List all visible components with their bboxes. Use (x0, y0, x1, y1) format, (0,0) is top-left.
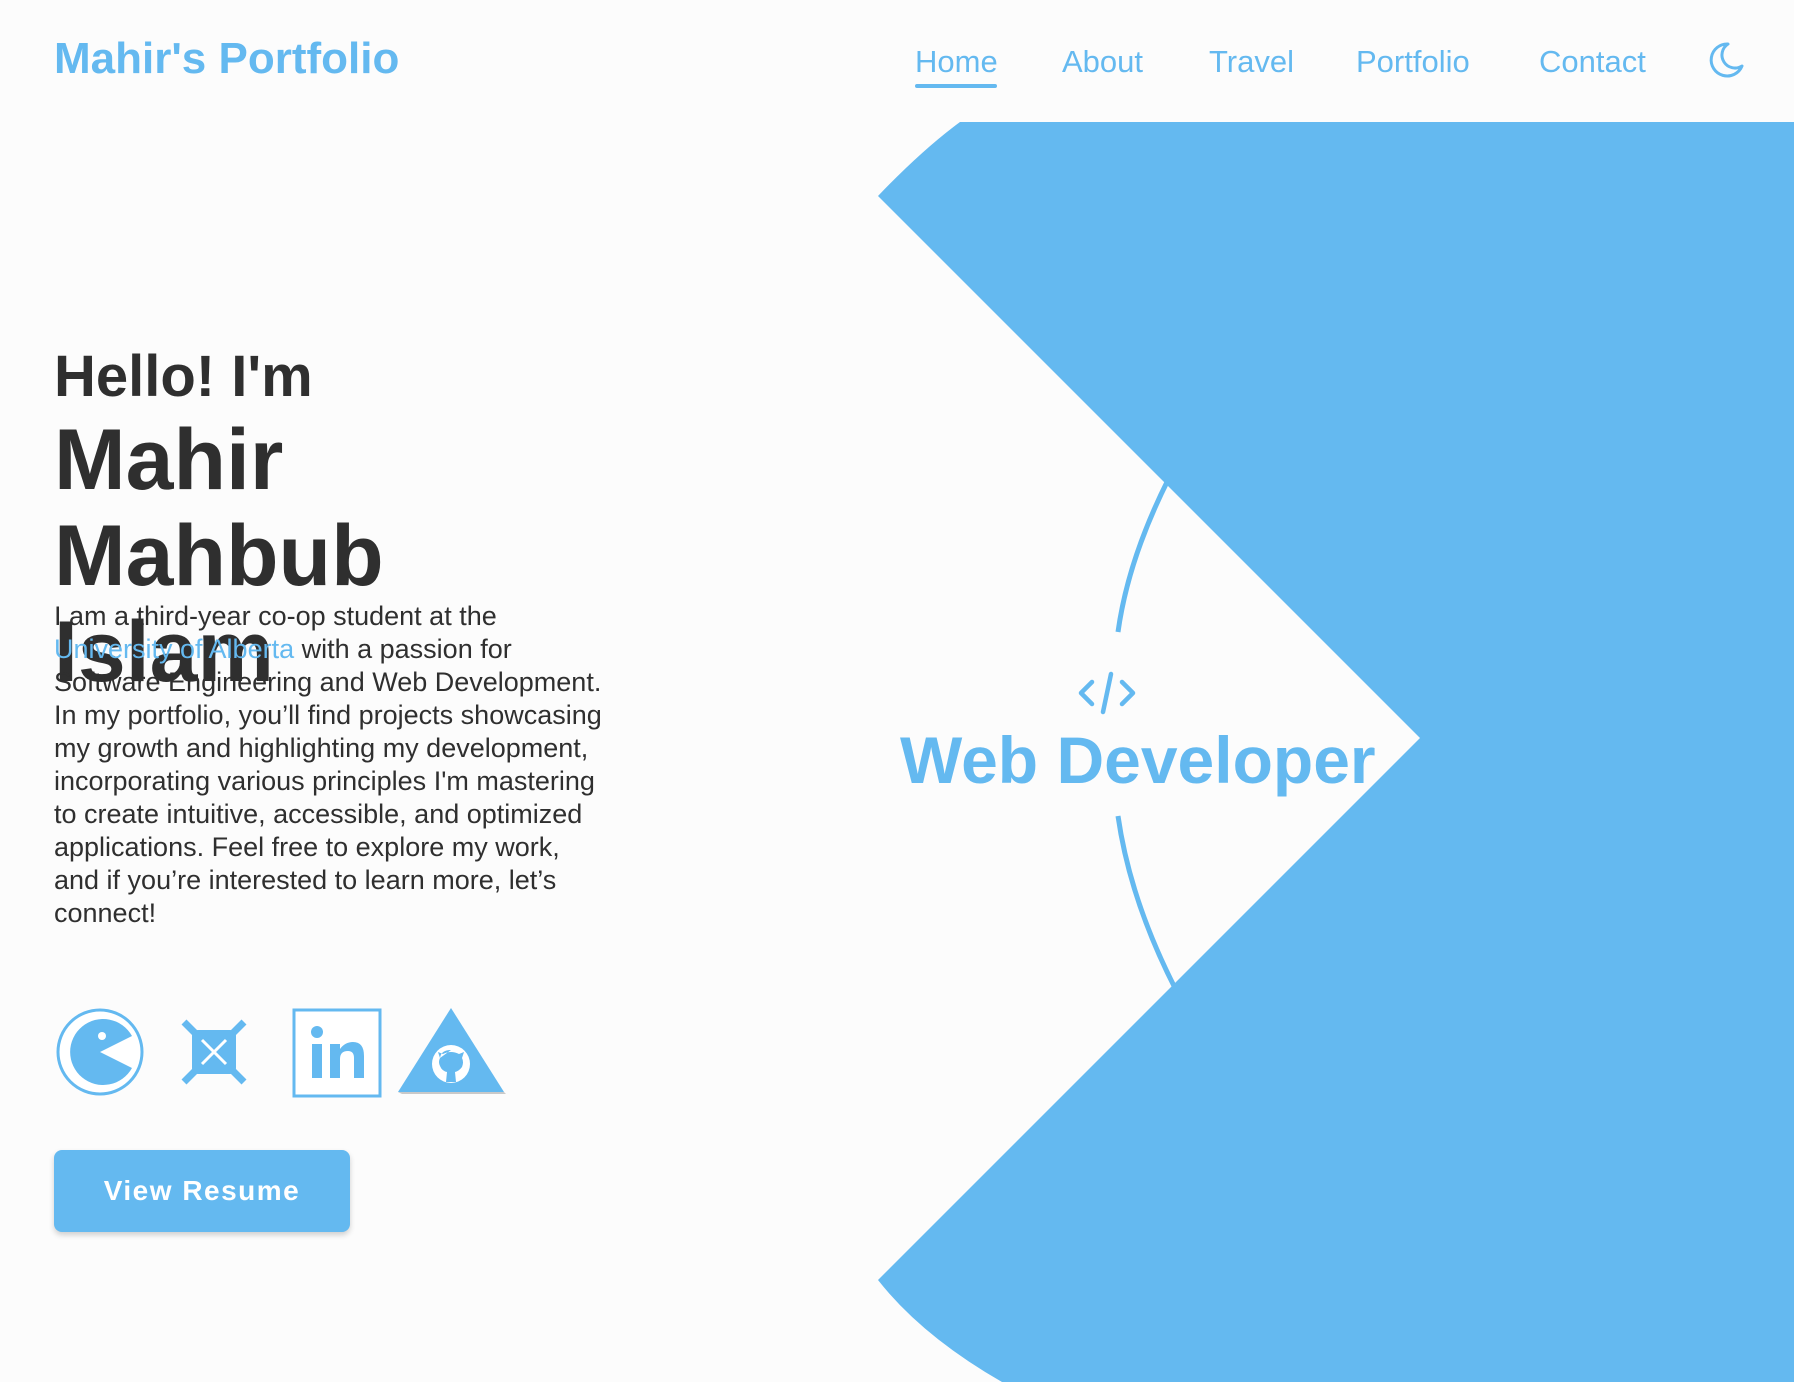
moon-icon (1709, 42, 1744, 78)
page: Mahir's Portfolio Home About Travel Port… (0, 0, 1794, 1382)
view-resume-button[interactable]: View Resume (54, 1150, 350, 1232)
social-links (54, 1006, 514, 1102)
social-link-x[interactable] (178, 1016, 250, 1093)
main-nav: Home About Travel Portfolio Contact (0, 40, 1794, 100)
role-title: Web Developer (900, 723, 1376, 797)
theme-toggle-button[interactable] (1704, 38, 1748, 82)
nav-active-indicator (915, 84, 997, 88)
nav-contact[interactable]: Contact (1539, 44, 1646, 80)
role-arc-bottom (1115, 815, 1179, 992)
linkedin-icon (292, 1008, 382, 1098)
bio-text-start: I am a third-year co-op student at the (54, 601, 497, 631)
pacman-icon (56, 1008, 144, 1096)
code-icon (1078, 671, 1136, 715)
nav-portfolio[interactable]: Portfolio (1356, 44, 1470, 80)
role-arc-top (1115, 478, 1171, 633)
nav-travel[interactable]: Travel (1209, 44, 1294, 80)
hero-bio: I am a third-year co-op student at the U… (54, 600, 602, 930)
nav-home[interactable]: Home (915, 44, 998, 80)
x-social-icon (181, 1019, 247, 1085)
bio-text-end: with a passion for Software Engineering … (54, 634, 602, 928)
social-link-github[interactable] (396, 1006, 506, 1103)
university-link[interactable]: University of Alberta (54, 634, 294, 664)
nav-about[interactable]: About (1062, 44, 1143, 80)
social-link-pacman[interactable] (54, 1006, 146, 1103)
social-link-linkedin[interactable] (292, 1008, 382, 1103)
hero-greeting: Hello! I'm (54, 344, 313, 409)
github-icon (398, 1008, 506, 1094)
